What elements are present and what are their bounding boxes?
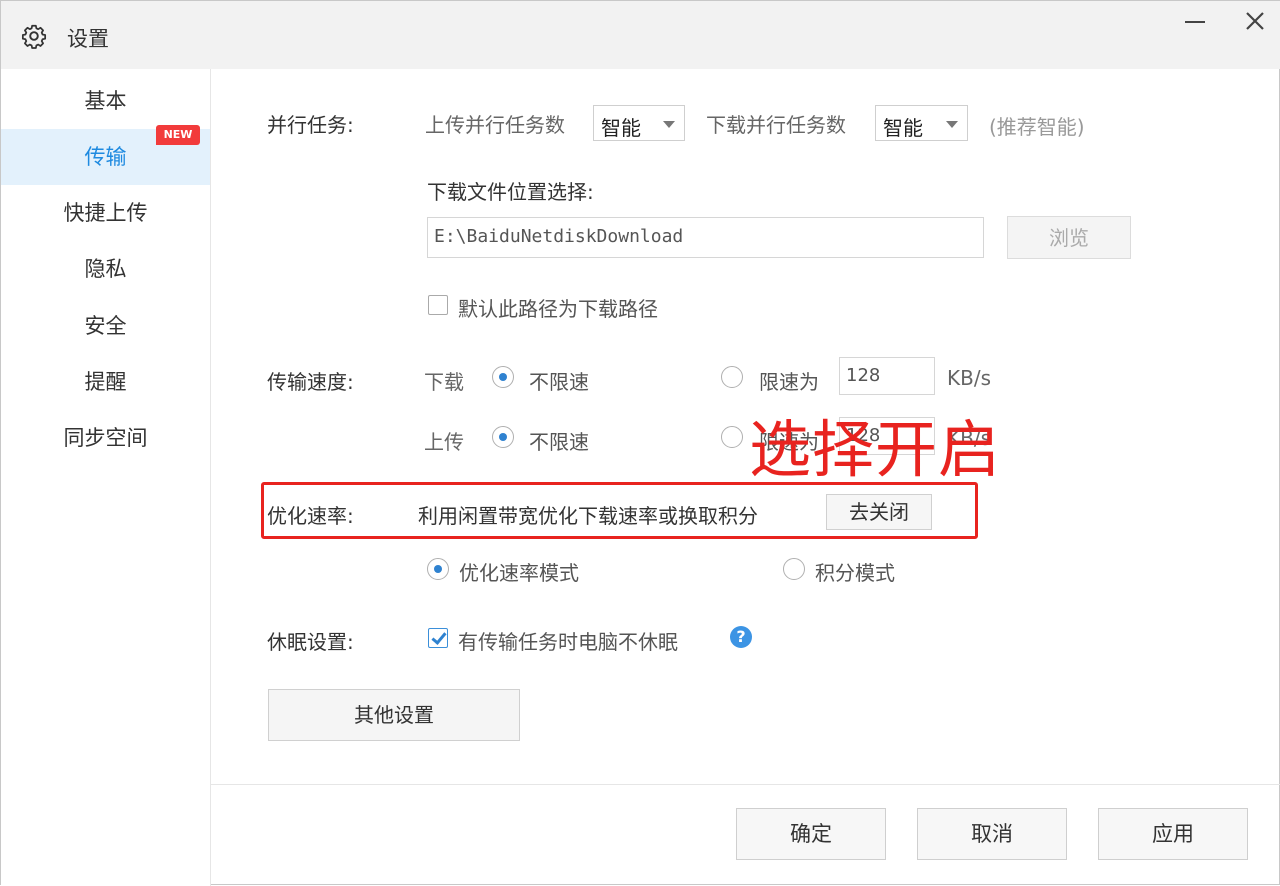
annotation-text: 选择开启 [749, 413, 1002, 486]
prevent-sleep-label: 有传输任务时电脑不休眠 [458, 630, 678, 654]
mode-points-radio[interactable] [783, 558, 805, 580]
chevron-down-icon [946, 121, 958, 128]
sleep-settings-label: 休眠设置: [267, 630, 354, 654]
new-badge: NEW [156, 125, 200, 145]
sidebar-item-quick-upload[interactable]: 快捷上传 [1, 185, 210, 241]
upload-limit-radio[interactable] [721, 426, 743, 448]
download-path-input[interactable]: E:\BaiduNetdiskDownload [427, 217, 984, 258]
toggle-optimize-button[interactable]: 去关闭 [826, 494, 932, 530]
default-path-checkbox-label: 默认此路径为下载路径 [458, 297, 658, 321]
mode-speed-label: 优化速率模式 [459, 561, 579, 585]
upload-parallel-select[interactable]: 智能 [593, 105, 685, 141]
browse-button[interactable]: 浏览 [1007, 216, 1131, 259]
parallel-tasks-label: 并行任务: [267, 113, 354, 137]
download-location-label: 下载文件位置选择: [427, 180, 594, 204]
parallel-hint: (推荐智能) [989, 115, 1085, 139]
footer-divider [211, 784, 1280, 785]
sidebar-item-reminder[interactable]: 提醒 [1, 354, 210, 410]
download-limit-input[interactable]: 128 [839, 357, 935, 395]
download-parallel-value: 智能 [883, 116, 923, 140]
transfer-speed-label: 传输速度: [267, 370, 354, 394]
download-speed-label: 下载 [424, 370, 464, 394]
prevent-sleep-checkbox[interactable] [428, 628, 448, 648]
sidebar-item-basic[interactable]: 基本 [1, 73, 210, 129]
upload-unlimited-radio[interactable] [492, 426, 514, 448]
mode-speed-radio[interactable] [427, 558, 449, 580]
mode-points-label: 积分模式 [815, 561, 895, 585]
optimize-description: 利用闲置带宽优化下载速率或换取积分 [418, 504, 758, 528]
apply-button[interactable]: 应用 [1098, 808, 1248, 860]
download-unlimited-radio[interactable] [492, 366, 514, 388]
close-icon[interactable] [1237, 7, 1273, 39]
upload-unlimited-label: 不限速 [529, 430, 589, 454]
default-path-checkbox[interactable] [428, 295, 448, 315]
gear-icon [21, 24, 47, 49]
upload-speed-label: 上传 [424, 430, 464, 454]
download-parallel-label: 下载并行任务数 [706, 113, 846, 137]
window-title: 设置 [67, 27, 109, 51]
sidebar-item-sync-space[interactable]: 同步空间 [1, 410, 210, 466]
help-icon[interactable]: ? [730, 626, 752, 648]
chevron-down-icon [663, 121, 675, 128]
sidebar-item-security[interactable]: 安全 [1, 298, 210, 354]
download-limit-radio[interactable] [721, 366, 743, 388]
other-settings-button[interactable]: 其他设置 [268, 689, 520, 741]
upload-parallel-value: 智能 [601, 116, 641, 140]
download-parallel-select[interactable]: 智能 [875, 105, 968, 141]
upload-parallel-label: 上传并行任务数 [425, 113, 565, 137]
title-bar: 设置 [1, 1, 1280, 69]
minimize-icon[interactable] [1177, 7, 1213, 39]
cancel-button[interactable]: 取消 [917, 808, 1067, 860]
settings-window: 设置 基本 传输 快捷上传 NEW 隐私 安全 提醒 同步空间 并行任务: 上传… [0, 0, 1280, 886]
optimize-rate-label: 优化速率: [267, 504, 354, 528]
ok-button[interactable]: 确定 [736, 808, 886, 860]
download-unlimited-label: 不限速 [529, 370, 589, 394]
download-limit-label: 限速为 [759, 370, 819, 394]
sidebar-item-privacy[interactable]: 隐私 [1, 241, 210, 297]
download-limit-unit: KB/s [947, 366, 991, 390]
